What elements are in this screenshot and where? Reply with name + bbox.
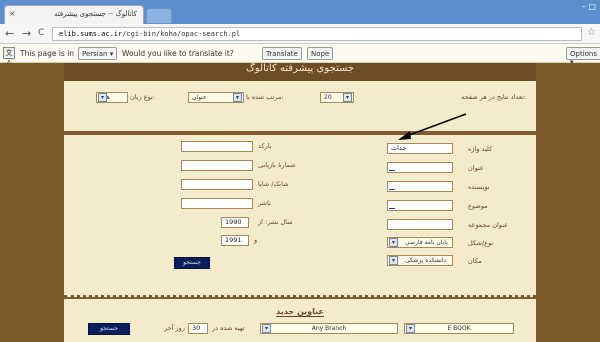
translate-icon: 文A [3,47,15,67]
series-field[interactable] [387,219,453,230]
chevron-down-icon: ▾ [389,256,398,265]
url-host: elib.sums.ac.ir [59,30,123,38]
itemtype-value: پایان نامه فارسی [405,239,448,246]
subject-field[interactable] [387,200,453,211]
page-banner: جستجوی پیشرفته کاتالوگ [64,63,536,81]
callnumber-label: شمارهٔ بازیابی [258,161,296,169]
itemtype-label: نوع/شکل [468,239,494,247]
results-per-page-label: تعداد نتایج در هر صفحه: [461,93,526,101]
translate-message: This page is in [20,49,75,58]
new-titles-search-button[interactable]: جستجو [88,323,130,335]
reload-icon[interactable]: C [38,28,44,38]
address-field[interactable]: elib.sums.ac.ir/cgi-bin/koha/opac-search… [52,27,582,41]
annotation-arrow [398,113,467,140]
underline-marker [389,208,395,209]
barcode-field[interactable] [181,141,253,152]
new-titles-heading-text: عناوین جدید [276,307,324,317]
results-per-page-select[interactable]: 20 ▾ [320,92,354,103]
sort-label: مرتب شده با: [246,93,284,101]
location-select[interactable]: ▾ دانشکده پزشکی [387,255,453,266]
translate-infobar: 文A This page is in Persian ▾ Would you l… [0,44,600,67]
results-per-page-value: 20 [324,94,332,101]
isbn-label: شابک/ شاپا [258,180,289,188]
days-field[interactable]: 30 [188,323,208,334]
browser-tabstrip: × کاتالوگ -- جستجوی پیشرفته – □ [0,0,600,24]
publisher-label: ناشر [258,199,271,207]
forward-icon[interactable]: → [22,27,31,40]
location-label: مکان [468,257,482,265]
sort-select[interactable]: عنوان ▾ [188,92,244,103]
new-titles-heading: عناوین جدید [64,307,536,317]
new-titles-section: عناوین جدید ▾ E BOOK ▾ Any Branch تهیه شده… [64,299,536,342]
sort-value: عنوان [192,94,207,101]
added-in-label: تهیه شده در [212,324,245,332]
nope-button[interactable]: Nope [307,47,334,60]
publisher-field[interactable] [181,198,253,209]
ebook-value: E BOOK [447,325,471,332]
underline-marker [389,189,395,190]
branch-select[interactable]: ▾ Any Branch [260,323,398,334]
address-toolbar: ← → C elib.sums.ac.ir/cgi-bin/koha/opac-… [0,24,600,44]
language-select[interactable]: Persian ▾ [78,47,118,60]
series-label: عنوان مجموعه [468,221,508,229]
tab-close-icon[interactable]: × [9,9,16,18]
chevron-down-icon: ▾ [343,93,352,102]
barcode-label: بارکد [258,142,272,150]
chevron-down-icon: ▾ [389,238,398,247]
chevron-down-icon: ▾ [98,93,107,102]
new-tab-button[interactable] [146,8,172,24]
translate-button[interactable]: Translate [262,47,302,60]
subject-label: موضوع [468,202,488,210]
search-button[interactable]: جستجو [174,257,210,269]
back-icon[interactable]: ← [5,27,14,40]
itemtype-select[interactable]: ▾ پایان نامه فارسی [387,237,453,248]
days-suffix-label: روز آخر [164,324,185,332]
chevron-down-icon: ▾ [262,324,271,333]
dotted-divider [64,295,536,298]
opac-page: جستجوی پیشرفته کاتالوگ تعداد نتایج در هر… [0,63,600,342]
tab-title: کاتالوگ -- جستجوی پیشرفته [54,10,137,18]
itemtype-ebook-select[interactable]: ▾ E BOOK [404,323,514,334]
search-form: بارکد شمارهٔ بازیابی شابک/ شاپا ناشر 199… [64,113,536,297]
translate-question: Would you like to translate it? [122,49,234,58]
browser-tab[interactable]: × کاتالوگ -- جستجوی پیشرفته [4,5,144,24]
bookmark-star-icon[interactable]: ☆ [587,27,596,38]
location-value: دانشکده پزشکی [405,257,447,264]
pubyear-to-field[interactable]: 1991 [221,235,249,246]
pubyear-from-field[interactable]: 1990 [221,217,249,228]
isbn-field[interactable] [181,179,253,190]
chevron-down-icon: ▾ [233,93,242,102]
window-controls[interactable]: – □ [582,2,596,11]
options-button[interactable]: Options ▾ [566,47,600,66]
title-label: عنوان [468,164,484,172]
language-label: نوع زبان: [130,93,156,101]
and-label: و [254,236,258,244]
author-label: نویسنده [468,183,490,191]
branch-value: Any Branch [311,325,347,332]
url-path: /cgi-bin/koha/opac-search.pl [122,30,241,38]
chevron-down-icon: ▾ [406,324,415,333]
underline-marker [389,170,395,171]
title-field[interactable] [387,162,453,173]
author-field[interactable] [387,181,453,192]
language-select[interactable]: همه▾ [96,92,128,103]
pubyear-label: سال نشر: از [258,218,293,226]
callnumber-field[interactable] [181,160,253,171]
